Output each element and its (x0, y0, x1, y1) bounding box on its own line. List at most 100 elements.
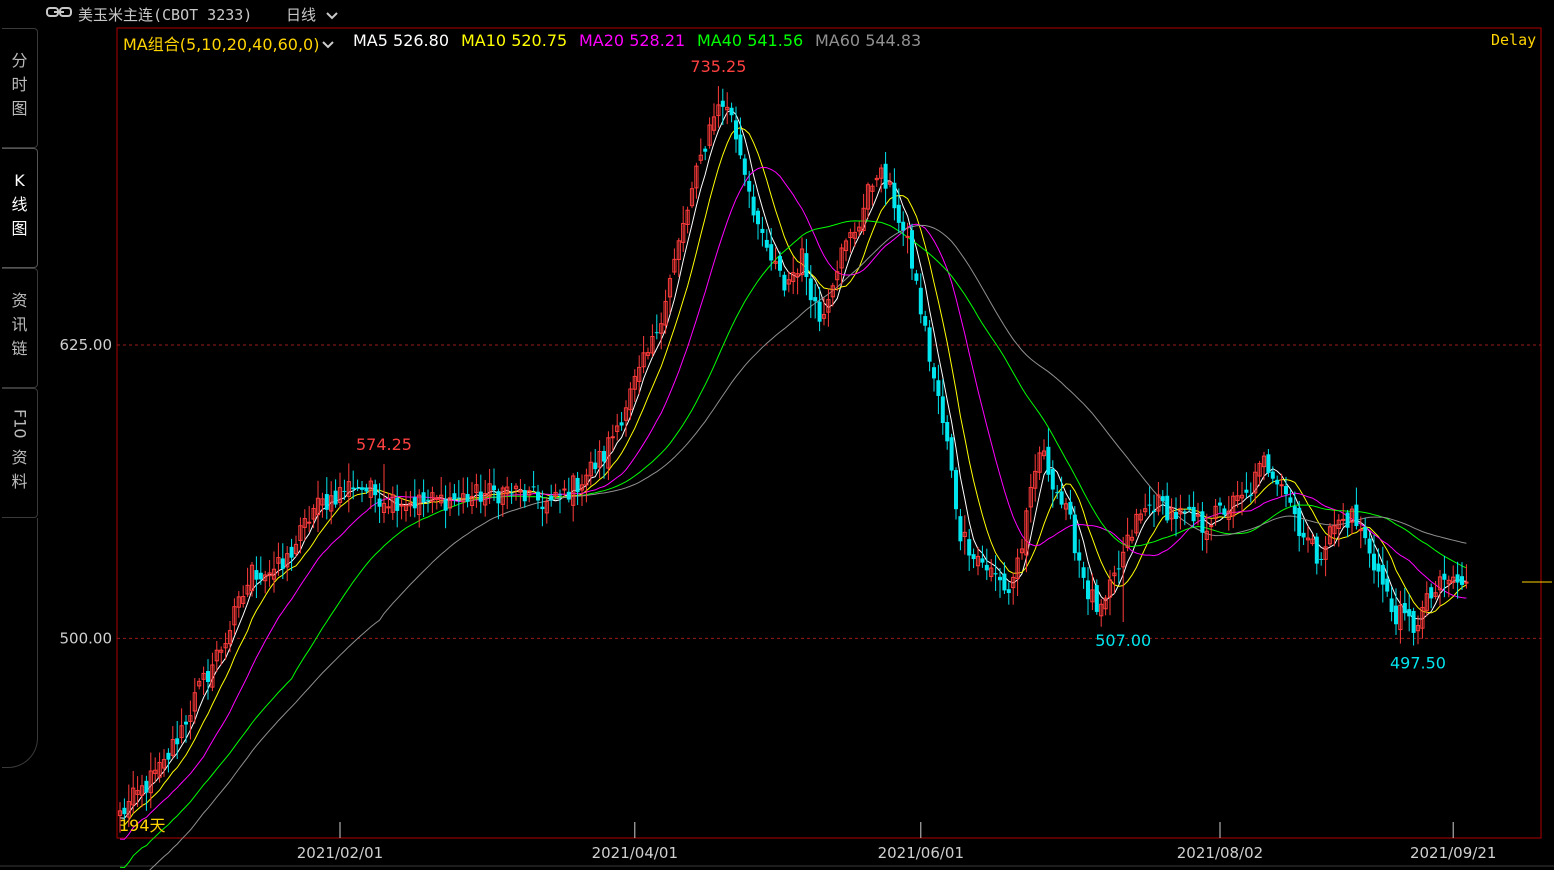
candle-body-down (764, 239, 769, 248)
tab-timeshare[interactable]: 分时图 (2, 28, 38, 148)
candle-body-down (1376, 563, 1381, 572)
candle-body-down (1200, 511, 1205, 533)
candle-body-down (619, 422, 624, 426)
tab-char: 分 (11, 51, 28, 70)
candle-body-down (782, 274, 787, 291)
tab-char: F10 (10, 409, 30, 439)
candle-body-down (813, 297, 818, 302)
tab-char: 线 (11, 195, 28, 214)
candle-body-down (566, 491, 571, 500)
candle-body-down (914, 273, 919, 281)
candle-body-down (1094, 585, 1099, 612)
candle-body-down (742, 158, 747, 175)
link-icon[interactable] (46, 5, 72, 23)
candle-body-up (610, 436, 615, 439)
candle-body-down (531, 486, 536, 488)
candle-body-down (1006, 589, 1011, 594)
candle-body-down (927, 327, 932, 362)
candle-body-down (1222, 508, 1227, 515)
tab-char: 讯 (11, 315, 28, 334)
tab-char: 料 (11, 471, 28, 491)
tab-char: 图 (11, 99, 28, 118)
candle-body-down (254, 570, 259, 580)
candle-body-down (166, 752, 171, 760)
candle-body-down (734, 120, 738, 140)
period-selector[interactable]: 日线 (286, 4, 339, 25)
candle-body-down (593, 462, 598, 470)
candle-body-down (364, 487, 369, 492)
candle-body-down (769, 244, 774, 261)
candle-body-down (351, 487, 356, 490)
tab-f10[interactable]: F10 资料 (2, 388, 38, 518)
candle-body-down (206, 671, 210, 682)
candle-body-up (905, 235, 910, 238)
ma60-value: MA60 544.83 (815, 31, 922, 50)
low-price-label: 497.50 (1390, 653, 1446, 672)
candle-body-down (1187, 506, 1192, 510)
candle-body-down (412, 497, 417, 509)
candle-body-down (333, 490, 338, 505)
candle-body-up (307, 521, 312, 524)
candle-body-down (1270, 471, 1275, 479)
tab-char: 图 (11, 219, 28, 238)
candle-body-down (703, 148, 708, 152)
candle-body-down (1152, 510, 1156, 512)
tab-char: K (14, 171, 25, 190)
candle-body-down (280, 558, 285, 569)
candle-body-down (122, 807, 127, 815)
candle-body-down (936, 380, 941, 396)
instrument-name: 美玉米主连(CBOT 3233) (78, 6, 253, 24)
candle-body-down (923, 316, 928, 326)
ma40-line (119, 220, 1467, 869)
candle-body-down (1314, 536, 1319, 564)
candle-body-down (896, 204, 901, 223)
candle-body-up (1209, 525, 1214, 528)
candle-body-down (1059, 491, 1064, 505)
candle-body-down (892, 182, 897, 209)
candle-body-down (883, 163, 888, 189)
x-tick-label: 2021/09/21 (1410, 844, 1496, 862)
chevron-down-icon (322, 41, 335, 49)
candle-body-down (1460, 576, 1464, 585)
chart-toolbar: 美玉米主连(CBOT 3233) 日线 (0, 0, 1554, 28)
candle-body-down (817, 301, 822, 322)
x-tick-label: 2021/06/01 (878, 844, 964, 862)
candle-body-down (1288, 497, 1293, 503)
kline-chart[interactable]: 500.00 625.00 2021/02/01 2021/04/01 2021/06/… (0, 0, 1554, 870)
tab-news-chain[interactable]: 资讯链 (2, 268, 38, 388)
candle-body-down (1081, 567, 1086, 578)
candle-body-down (778, 256, 782, 271)
candle-body-down (954, 470, 958, 510)
candle-body-down (958, 516, 963, 542)
candle-body-down (654, 332, 659, 334)
candle-body-down (355, 487, 360, 489)
candle-body-down (373, 484, 378, 496)
candle-body-down (949, 437, 954, 471)
candle-body-down (342, 490, 347, 492)
candle-body-down (549, 495, 554, 501)
candle-body-down (1068, 501, 1073, 515)
candle-body-down (1380, 565, 1385, 585)
candle-body-down (1411, 610, 1416, 633)
candle-body-down (1077, 552, 1082, 561)
candle-body-down (747, 180, 752, 192)
candle-body-down (1160, 496, 1165, 502)
candle-body-down (540, 506, 545, 510)
candle-body-down (1319, 558, 1324, 560)
candle-body-down (945, 421, 950, 442)
candle-body-down (1191, 506, 1196, 522)
candle-body-down (984, 564, 989, 571)
x-tick-label: 2021/02/01 (297, 844, 383, 862)
tab-kline[interactable]: K线图 (2, 148, 38, 268)
candle-body-up (562, 488, 567, 491)
tab-char: 资 (11, 447, 28, 467)
candle-body-down (144, 780, 149, 793)
candle-body-up (1279, 484, 1284, 487)
tab-char: 链 (11, 339, 28, 358)
ma-group-selector[interactable]: MA组合(5,10,20,40,60,0) (123, 31, 335, 55)
ma-group-label: MA组合(5,10,20,40,60,0) (123, 35, 320, 54)
candle-body-down (324, 494, 329, 510)
candle-body-down (1297, 507, 1302, 537)
high-price-label: 735.25 (690, 57, 746, 76)
candle-body-down (1385, 578, 1390, 592)
